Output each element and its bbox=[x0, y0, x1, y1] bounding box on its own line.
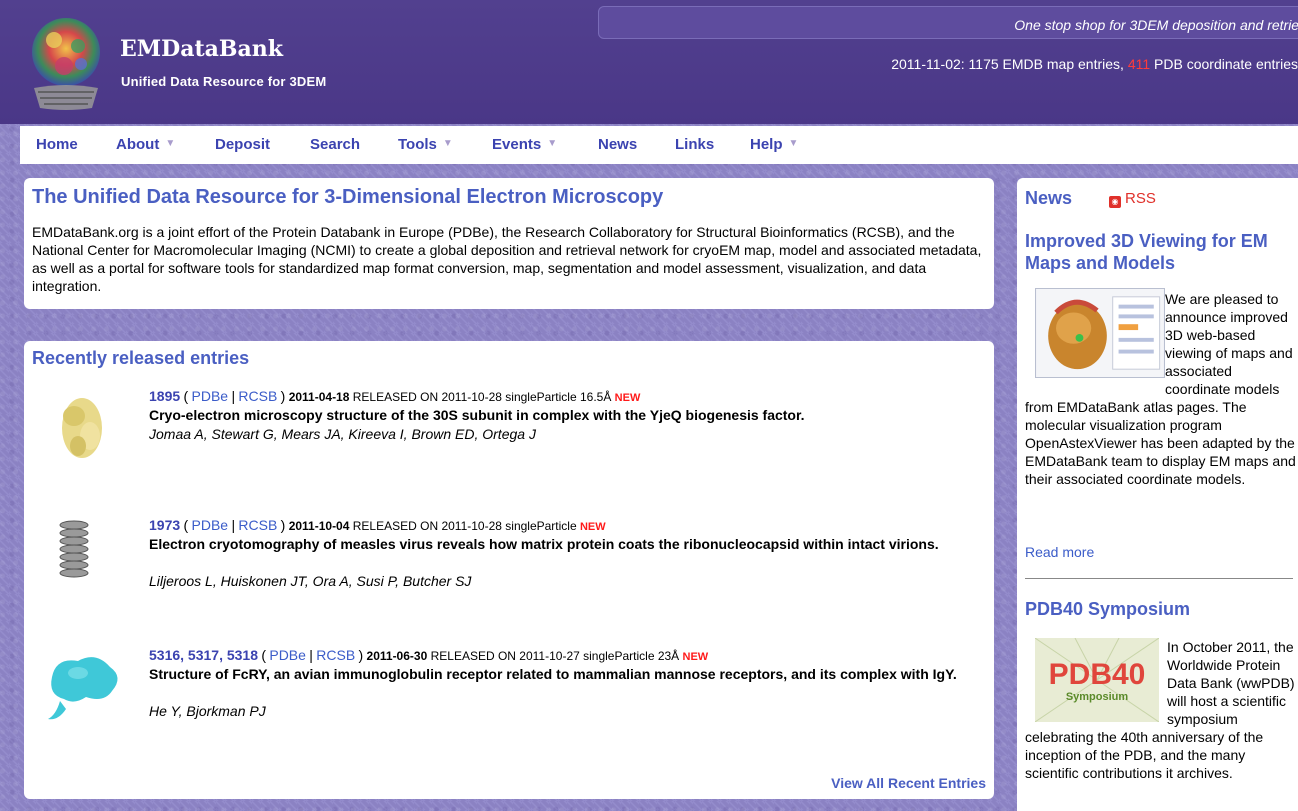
entry-ids-link[interactable]: 1973 bbox=[149, 517, 180, 533]
tagline: One stop shop for 3DEM deposition and re… bbox=[1014, 17, 1298, 33]
entry-title: Structure of FcRY, an avian immunoglobul… bbox=[149, 666, 957, 682]
main-nav: Home About ▼ Deposit Search Tools ▼ Events… bbox=[20, 126, 1298, 164]
story2-body: PDB40 Symposium In October 2011, the Wor… bbox=[1025, 638, 1298, 782]
rcsb-link[interactable]: RCSB bbox=[238, 388, 277, 404]
paren-open: ( bbox=[183, 388, 189, 404]
pdb40-logo[interactable]: PDB40 Symposium bbox=[1035, 638, 1159, 722]
caret-down-icon: ▼ bbox=[547, 138, 558, 149]
paren-open: ( bbox=[183, 517, 189, 533]
rcsb-link[interactable]: RCSB bbox=[238, 517, 277, 533]
site-header: EMDataBank Unified Data Resource for 3DE… bbox=[0, 0, 1298, 124]
pdbe-link[interactable]: PDBe bbox=[192, 517, 229, 533]
intro-panel: The Unified Data Resource for 3-Dimensio… bbox=[24, 178, 994, 309]
entry-released: RELEASED ON 2011-10-28 singleParticle 16… bbox=[349, 390, 615, 404]
entry-thumbnail[interactable] bbox=[34, 517, 134, 597]
pdb-count: 411 bbox=[1127, 56, 1151, 72]
new-badge: NEW bbox=[614, 392, 641, 404]
pdb40-logo-sub: Symposium bbox=[1066, 691, 1129, 703]
story-title-pdb40[interactable]: PDB40 Symposium bbox=[1025, 598, 1295, 620]
nav-tools[interactable]: Tools ▼ bbox=[398, 136, 453, 153]
recent-entries-panel: Recently released entries 1895 ( PDBe | … bbox=[24, 341, 994, 799]
emdatabank-logo[interactable] bbox=[26, 12, 106, 112]
entry-meta: 1895 ( PDBe | RCSB ) 2011-04-18 RELEASED… bbox=[149, 388, 640, 404]
rss-icon: ◉ bbox=[1109, 196, 1121, 208]
read-more-link[interactable]: Read more bbox=[1025, 544, 1094, 560]
float-spacer bbox=[1025, 290, 1165, 386]
entry-date: 2011-06-30 bbox=[366, 649, 428, 663]
nav-label: Home bbox=[36, 136, 78, 153]
entry-meta: 5316, 5317, 5318 ( PDBe | RCSB ) 2011-06… bbox=[149, 647, 708, 663]
entry-ids-link[interactable]: 5316, 5317, 5318 bbox=[149, 647, 258, 663]
story-title-3d-viewing[interactable]: Improved 3D Viewing for EM Maps and Mode… bbox=[1025, 230, 1295, 274]
paren-close: ) bbox=[280, 388, 286, 404]
entry-authors: He Y, Bjorkman PJ bbox=[149, 703, 266, 719]
rcsb-link[interactable]: RCSB bbox=[316, 647, 355, 663]
news-sidebar: News ◉ RSS Improved 3D Viewing for EM Map… bbox=[1017, 178, 1298, 811]
caret-down-icon: ▼ bbox=[165, 138, 176, 149]
entry-ids-link[interactable]: 1895 bbox=[149, 388, 180, 404]
site-subtitle: Unified Data Resource for 3DEM bbox=[121, 74, 327, 89]
entry-thumbnail[interactable] bbox=[34, 388, 134, 468]
stats-suffix: PDB coordinate entries bbox=[1150, 56, 1298, 72]
paren-close: ) bbox=[358, 647, 364, 663]
intro-title: The Unified Data Resource for 3-Dimensio… bbox=[32, 186, 664, 208]
pdbe-link[interactable]: PDBe bbox=[269, 647, 306, 663]
separator: | bbox=[231, 388, 236, 404]
stats-prefix: 2011-11-02: 1175 EMDB map entries, bbox=[891, 56, 1128, 72]
news-divider bbox=[1025, 578, 1293, 579]
pdb40-logo-text: PDB40 bbox=[1049, 658, 1146, 691]
new-badge: NEW bbox=[682, 651, 709, 663]
entry-title: Cryo-electron microscopy structure of th… bbox=[149, 407, 805, 423]
intro-body: EMDataBank.org is a joint effort of the … bbox=[32, 224, 982, 294]
nav-events[interactable]: Events ▼ bbox=[492, 136, 557, 153]
paren-close: ) bbox=[280, 517, 286, 533]
entry-authors: Liljeroos L, Huiskonen JT, Ora A, Susi P… bbox=[149, 573, 472, 589]
separator: | bbox=[231, 517, 236, 533]
entry-date: 2011-10-04 bbox=[288, 519, 350, 533]
rss-link[interactable]: ◉ RSS bbox=[1109, 190, 1156, 208]
paren-open: ( bbox=[261, 647, 267, 663]
story1-body: We are pleased to announce improved 3D w… bbox=[1025, 290, 1298, 488]
entry-authors: Jomaa A, Stewart G, Mears JA, Kireeva I,… bbox=[149, 426, 536, 442]
nav-label: Tools bbox=[398, 136, 437, 153]
nav-label: About bbox=[116, 136, 160, 153]
entry-title: Electron cryotomography of measles virus… bbox=[149, 536, 939, 552]
caret-down-icon: ▼ bbox=[442, 138, 453, 149]
new-badge: NEW bbox=[579, 521, 606, 533]
nav-deposit[interactable]: Deposit bbox=[215, 136, 270, 153]
entry-meta: 1973 ( PDBe | RCSB ) 2011-10-04 RELEASED… bbox=[149, 517, 606, 533]
news-heading: News bbox=[1025, 188, 1073, 208]
view-all-recent-link[interactable]: View All Recent Entries bbox=[831, 775, 986, 791]
tagline-bar: One stop shop for 3DEM deposition and re… bbox=[598, 6, 1298, 39]
nav-label: News bbox=[598, 136, 638, 153]
site-title[interactable]: EMDataBank bbox=[120, 36, 283, 62]
nav-links[interactable]: Links bbox=[675, 136, 714, 153]
nav-label: Events bbox=[492, 136, 542, 153]
nav-label: Help bbox=[750, 136, 783, 153]
entry-released: RELEASED ON 2011-10-28 singleParticle bbox=[349, 519, 580, 533]
nav-label: Search bbox=[310, 136, 361, 153]
nav-help[interactable]: Help ▼ bbox=[750, 136, 798, 153]
entry-stats: 2011-11-02: 1175 EMDB map entries, 411 P… bbox=[891, 56, 1298, 72]
nav-label: Deposit bbox=[215, 136, 271, 153]
recent-title: Recently released entries bbox=[32, 348, 250, 368]
separator: | bbox=[309, 647, 313, 663]
pdbe-link[interactable]: PDBe bbox=[192, 388, 229, 404]
nav-label: Links bbox=[675, 136, 715, 153]
caret-down-icon: ▼ bbox=[788, 138, 799, 149]
nav-home[interactable]: Home bbox=[36, 136, 78, 153]
entry-date: 2011-04-18 bbox=[288, 390, 350, 404]
nav-about[interactable]: About ▼ bbox=[116, 136, 175, 153]
nav-news[interactable]: News bbox=[598, 136, 637, 153]
entry-released: RELEASED ON 2011-10-27 singleParticle 23… bbox=[427, 649, 683, 663]
nav-search[interactable]: Search bbox=[310, 136, 360, 153]
entry-thumbnail[interactable] bbox=[34, 647, 134, 727]
rss-label: RSS bbox=[1125, 190, 1156, 207]
